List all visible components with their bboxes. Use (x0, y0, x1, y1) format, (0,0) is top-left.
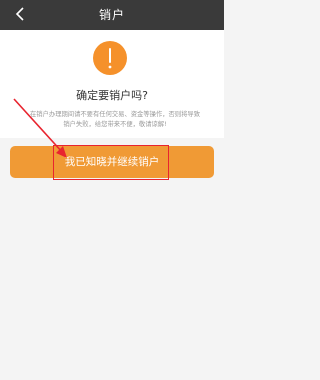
annotation-arrow (13, 98, 67, 158)
